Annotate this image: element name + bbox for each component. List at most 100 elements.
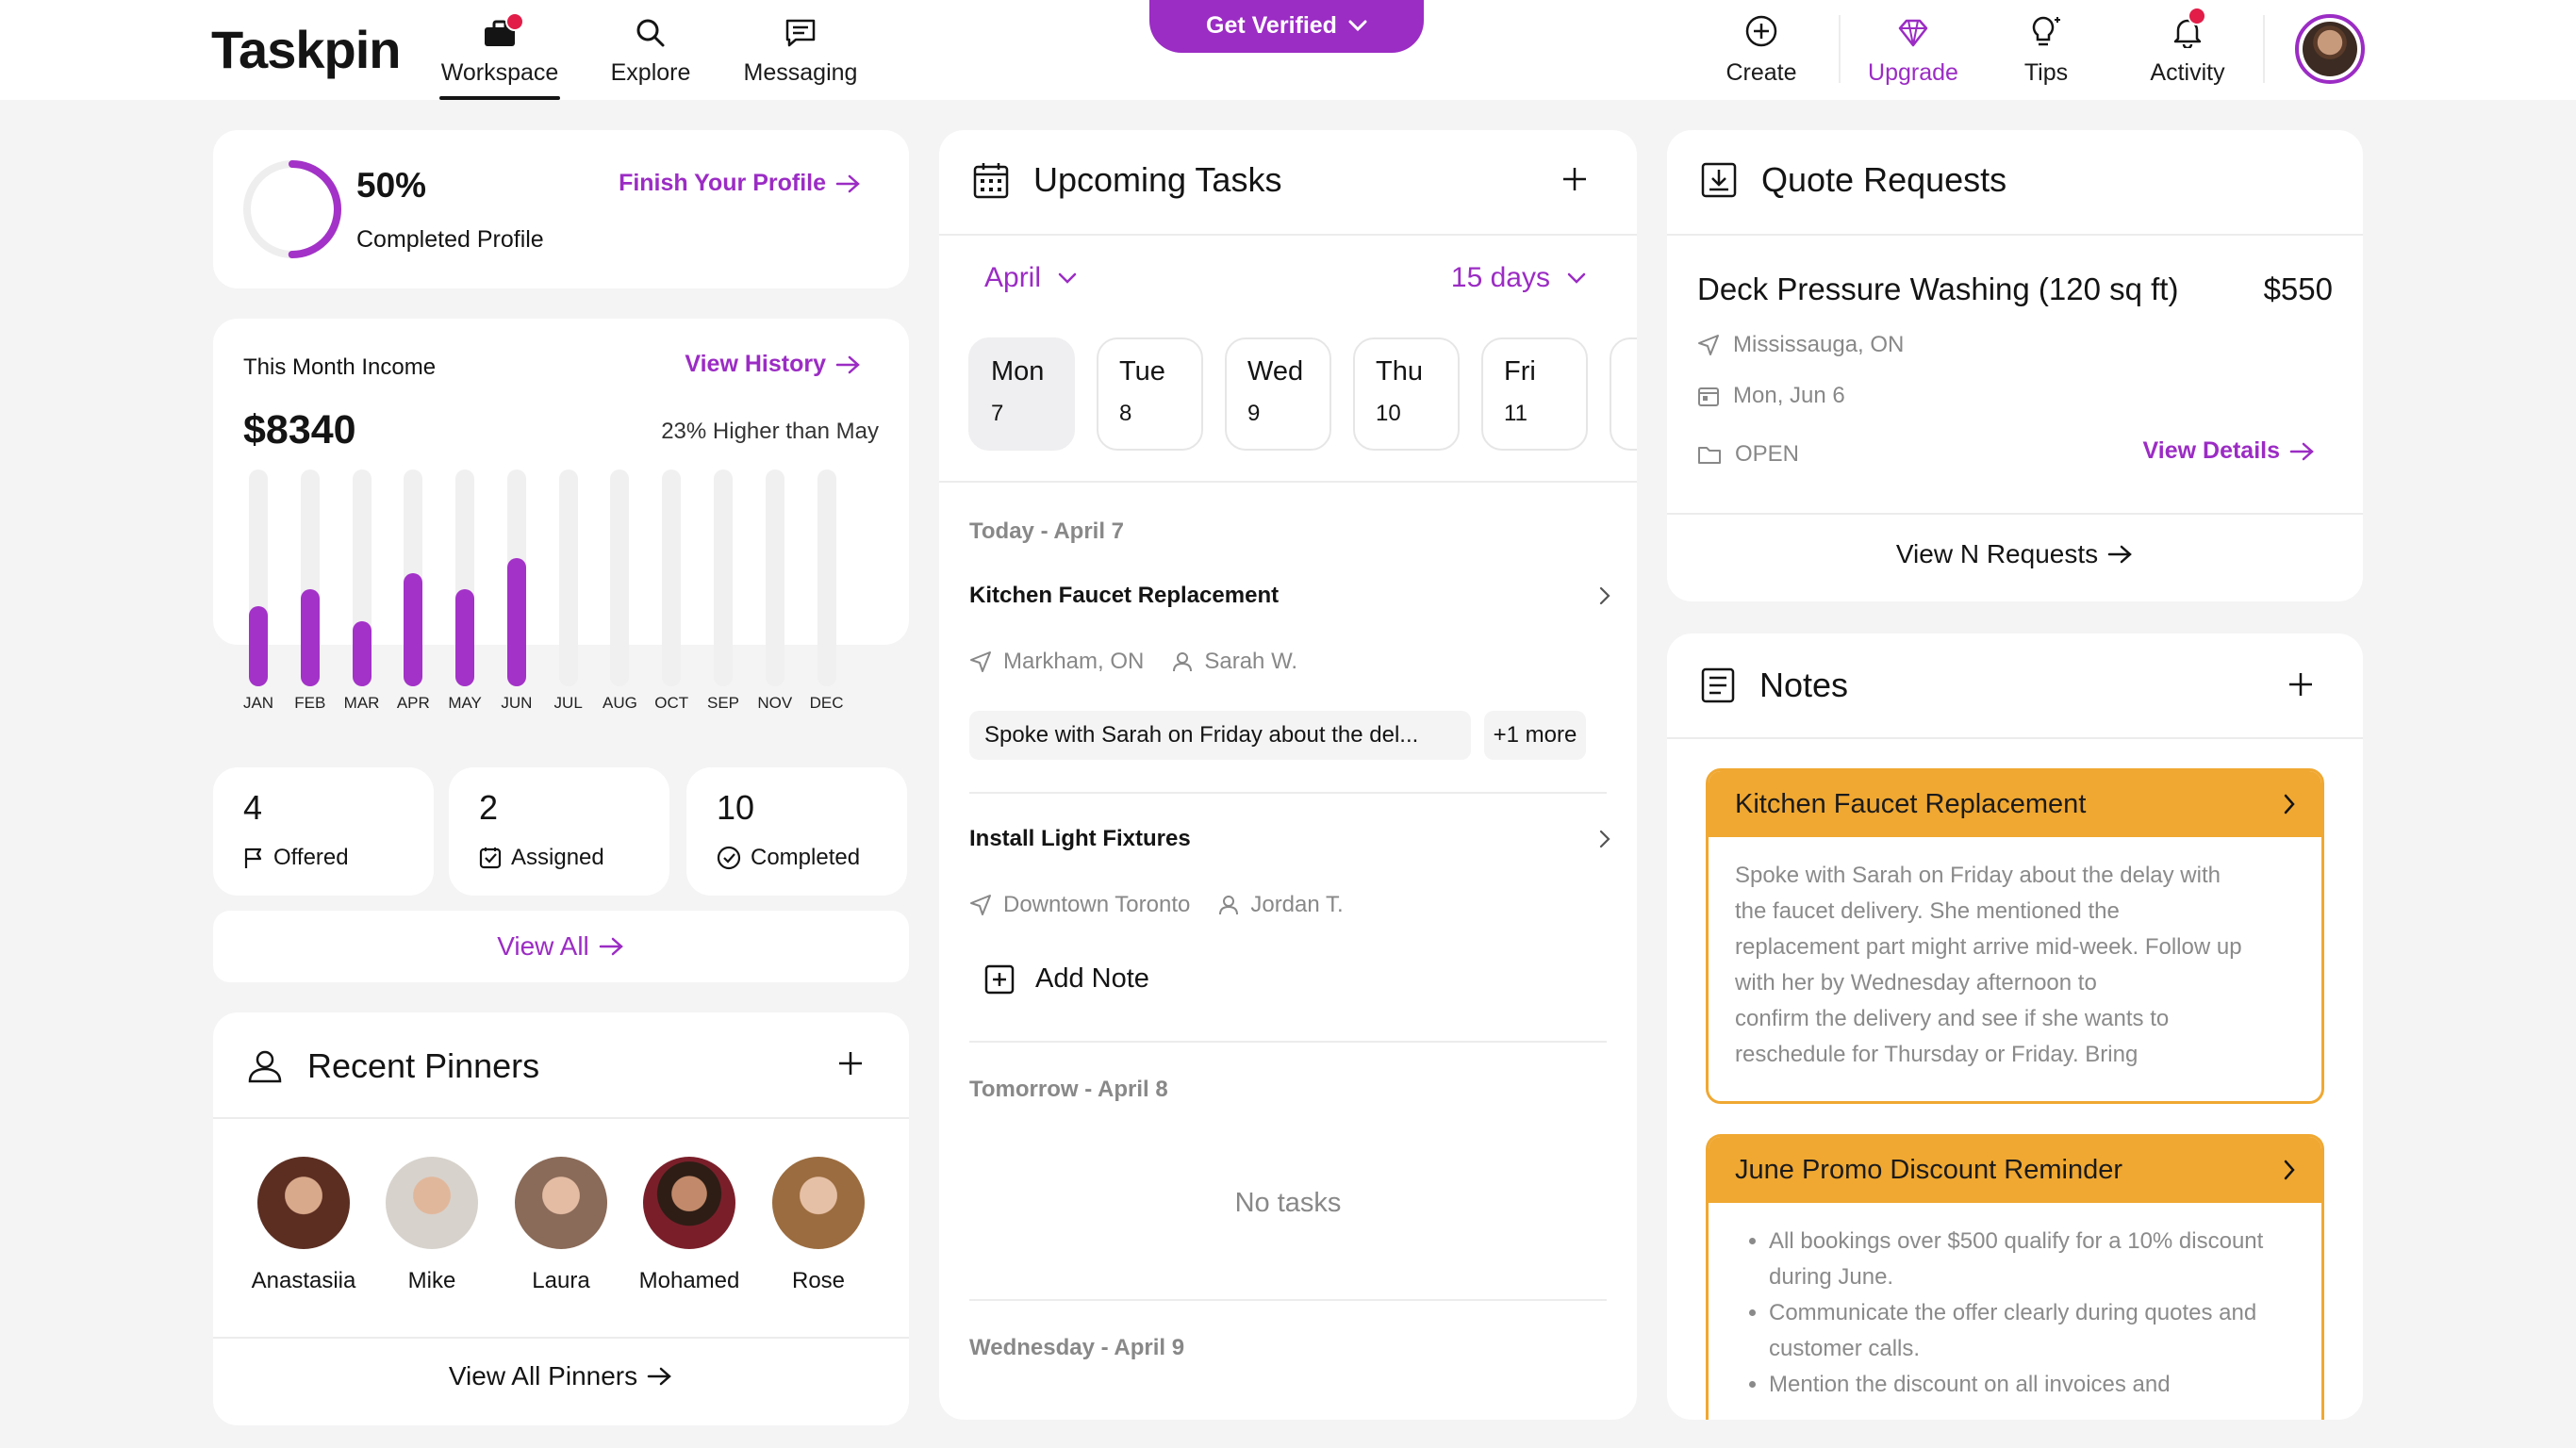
bar-track-oct <box>662 469 682 686</box>
income-amount: $8340 <box>243 407 356 452</box>
more-notes-label: +1 more <box>1493 722 1577 748</box>
bar-jun <box>506 558 526 686</box>
pinner-avatar[interactable]: Mike <box>371 1157 493 1294</box>
month-label-oct: OCT <box>654 694 689 712</box>
month-label-apr: APR <box>396 694 430 712</box>
avatar <box>257 1157 350 1249</box>
calendar-icon <box>973 161 1009 199</box>
chevron-down-icon <box>1567 272 1586 284</box>
note-title: June Promo Discount Reminder <box>1735 1154 2123 1185</box>
note-header[interactable]: Kitchen Faucet Replacement <box>1709 771 2321 837</box>
quote-title[interactable]: Deck Pressure Washing (120 sq ft) <box>1697 272 2178 307</box>
quote-requests-card: Quote Requests Deck Pressure Washing (12… <box>1667 130 2363 601</box>
task-title: Kitchen Faucet Replacement <box>969 583 1280 608</box>
day-name: Thu <box>1376 356 1423 387</box>
day-mon[interactable]: Mon 7 <box>968 337 1075 451</box>
note-header[interactable]: June Promo Discount Reminder <box>1709 1137 2321 1203</box>
chevron-right-icon <box>2284 1160 2295 1180</box>
day-next[interactable] <box>1610 337 1637 451</box>
get-verified-button[interactable]: Get Verified <box>1149 0 1424 53</box>
pinner-avatar[interactable]: Anastasiia <box>242 1157 365 1294</box>
pinner-avatar[interactable]: Rose <box>757 1157 880 1294</box>
month-select[interactable]: April <box>984 262 1077 294</box>
stat-offered[interactable]: 4 Offered <box>213 767 434 896</box>
nav-explore[interactable]: Explore <box>603 0 698 100</box>
nav-divider <box>1839 15 1841 83</box>
month-label-dec: DEC <box>809 694 844 712</box>
nav-messaging[interactable]: Messaging <box>739 0 862 100</box>
note-card[interactable]: June Promo Discount Reminder All booking… <box>1706 1134 2324 1420</box>
stat-assigned[interactable]: 2 Assigned <box>449 767 669 896</box>
view-details-label: View Details <box>2142 437 2280 464</box>
month-label-nov: NOV <box>757 694 793 712</box>
view-all-button[interactable]: View All <box>213 911 909 982</box>
chevron-down-icon <box>1058 272 1077 284</box>
day-fri[interactable]: Fri 11 <box>1481 337 1588 451</box>
bar-track-jun <box>506 469 526 686</box>
stat-offered-count: 4 <box>243 788 263 827</box>
add-note-button[interactable]: Add Note <box>984 963 1149 995</box>
task-meta: Markham, ON Sarah W. <box>969 649 1297 675</box>
divider <box>969 1041 1607 1043</box>
month-label-may: MAY <box>448 694 482 712</box>
finish-profile-link[interactable]: Finish Your Profile <box>619 170 862 197</box>
add-pinner-button[interactable] <box>837 1050 864 1077</box>
pinner-name: Rose <box>791 1268 846 1293</box>
day-date: 8 <box>1119 401 1132 426</box>
view-all-pinners-button[interactable]: View All Pinners <box>213 1361 909 1391</box>
app-logo[interactable]: Taskpin <box>211 19 401 80</box>
task-item-title[interactable]: Kitchen Faucet Replacement <box>969 583 1610 609</box>
divider <box>1667 513 2363 515</box>
more-notes-chip[interactable]: +1 more <box>1484 711 1586 760</box>
note-bullets: All bookings over $500 qualify for a 10%… <box>1709 1203 2321 1420</box>
task-person: Sarah W. <box>1204 649 1298 674</box>
view-details-link[interactable]: View Details <box>2143 437 2316 465</box>
stat-completed-label: Completed <box>751 845 861 870</box>
divider <box>1667 737 2363 739</box>
quote-date-text: Mon, Jun 6 <box>1733 383 1845 408</box>
profile-label: Completed Profile <box>356 226 544 253</box>
stat-assigned-label: Assigned <box>511 845 604 870</box>
note-card[interactable]: Kitchen Faucet Replacement Spoke with Sa… <box>1706 768 2324 1104</box>
nav-tips[interactable]: Tips <box>2008 0 2084 100</box>
pinner-name: Mohamed <box>638 1268 740 1293</box>
user-avatar[interactable] <box>2295 14 2365 84</box>
plus-square-icon <box>984 964 1015 995</box>
note-bullet: Communicate the offer clearly during quo… <box>1769 1295 2295 1367</box>
pinner-avatar[interactable]: Mohamed <box>628 1157 751 1294</box>
note-line: with her by Wednesday afternoon to <box>1735 970 2097 996</box>
bar-may <box>455 588 475 686</box>
chevron-down-icon <box>1348 20 1367 31</box>
upcoming-tasks-card: Upcoming Tasks April 15 days Mon 7 Tue 8 W… <box>939 130 1637 1420</box>
add-note-header-button[interactable] <box>2287 671 2314 698</box>
income-title: This Month Income <box>243 354 437 380</box>
day-tue[interactable]: Tue 8 <box>1097 337 1203 451</box>
month-label-jul: JUL <box>553 694 583 712</box>
divider <box>939 481 1637 483</box>
plus-circle-icon <box>1744 14 1778 48</box>
nav-workspace[interactable]: Workspace <box>439 0 560 100</box>
view-requests-button[interactable]: View N Requests <box>1667 539 2363 569</box>
note-bullet: Mention the discount on all invoices and <box>1769 1367 2295 1403</box>
divider <box>213 1117 909 1119</box>
nav-activity[interactable]: Activity <box>2140 0 2235 100</box>
task-note-chip[interactable]: Spoke with Sarah on Friday about the del… <box>969 711 1471 760</box>
task-location: Markham, ON <box>1003 649 1145 674</box>
nav-create[interactable]: Create <box>1714 0 1808 100</box>
nav-upgrade[interactable]: Upgrade <box>1864 0 1962 100</box>
add-task-button[interactable] <box>1561 166 1588 192</box>
stat-assigned-count: 2 <box>479 788 499 827</box>
user-icon <box>1218 895 1239 915</box>
stat-completed[interactable]: 10 Completed <box>686 767 907 896</box>
bar-mar <box>352 621 372 686</box>
bar-track-mar <box>352 469 372 686</box>
task-item-title[interactable]: Install Light Fixtures <box>969 826 1610 852</box>
flag-icon <box>243 847 264 869</box>
pinner-avatar[interactable]: Laura <box>500 1157 622 1294</box>
arrow-right-icon <box>647 1366 673 1387</box>
view-history-link[interactable]: View History <box>685 351 862 378</box>
range-select[interactable]: 15 days <box>1451 262 1586 294</box>
day-wed[interactable]: Wed 9 <box>1225 337 1331 451</box>
bar-track-dec <box>817 469 836 686</box>
day-thu[interactable]: Thu 10 <box>1353 337 1460 451</box>
